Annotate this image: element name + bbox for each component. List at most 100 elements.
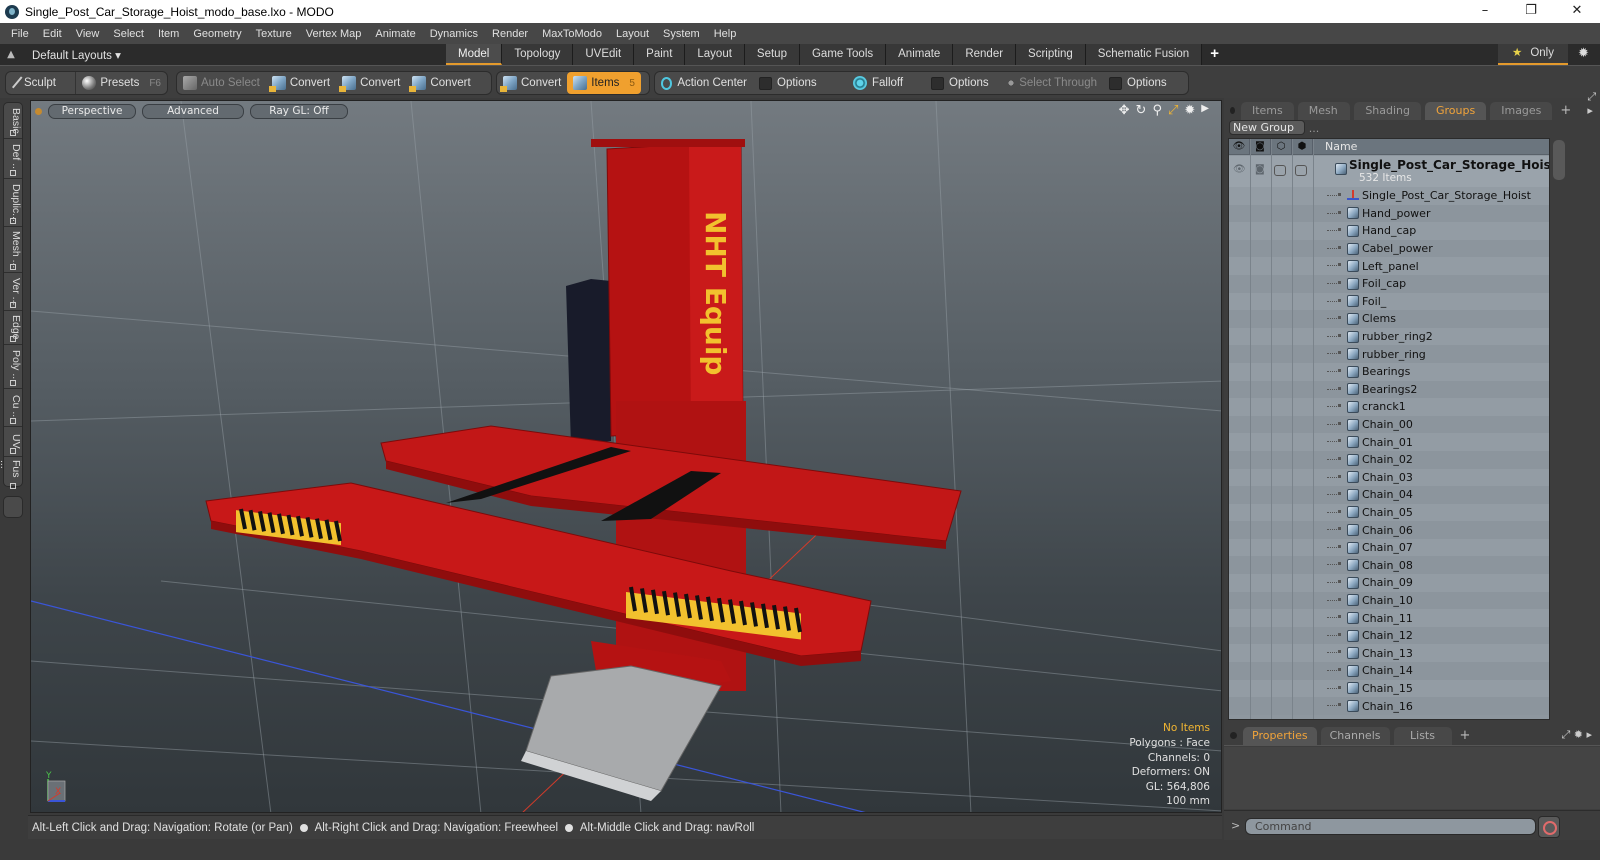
tree-item-row[interactable]: Clems [1229, 310, 1549, 328]
zoom-icon[interactable]: ⚲ [1152, 103, 1162, 118]
action-center-button[interactable]: Action Center [655, 72, 753, 94]
tab-setup[interactable]: Setup [744, 44, 800, 65]
select-through-button[interactable]: Select Through [1001, 72, 1103, 94]
tab-lists[interactable]: Lists [1393, 727, 1452, 745]
vtab-polygon[interactable]: Poly ... [4, 345, 22, 389]
tree-item-row[interactable]: Left_panel [1229, 257, 1549, 275]
menu-dynamics[interactable]: Dynamics [423, 28, 485, 40]
tab-render[interactable]: Render [953, 44, 1017, 65]
vtab-vertex[interactable]: Ver ... [4, 273, 22, 311]
tree-item-row[interactable]: Cabel_power [1229, 239, 1549, 258]
tree-item-row[interactable]: Bearings [1229, 362, 1549, 381]
gear-icon[interactable]: ✹ [1184, 103, 1195, 118]
tab-game-tools[interactable]: Game Tools [799, 44, 887, 65]
tree-item-row[interactable]: rubber_ring [1229, 345, 1549, 363]
vtab-fusion[interactable]: Fus ... [0, 457, 22, 491]
arrow-icon[interactable]: ▶ [1201, 103, 1209, 118]
move-icon[interactable]: ✥ [1119, 103, 1130, 118]
tree-item-row[interactable]: Chain_12 [1229, 626, 1549, 645]
vtab-mesh[interactable]: Mesh ... [4, 227, 22, 273]
sculpt-button[interactable]: Sculpt [6, 72, 77, 94]
menu-help[interactable]: Help [707, 28, 744, 40]
vtab-duplicate[interactable]: Duplic... [4, 179, 22, 227]
minimize-button[interactable]: – [1462, 0, 1508, 23]
falloff-button[interactable]: Falloff [847, 72, 925, 94]
vtab-extra-button[interactable] [3, 496, 23, 518]
fit-icon[interactable]: ⤢ [1168, 103, 1178, 118]
tree-item-row[interactable]: Chain_00 [1229, 415, 1549, 434]
convert-polygons-button[interactable]: Convert [406, 72, 476, 94]
menu-edit[interactable]: Edit [36, 28, 69, 40]
menu-geometry[interactable]: Geometry [186, 28, 248, 40]
menu-animate[interactable]: Animate [368, 28, 422, 40]
raygl-toggle[interactable]: Ray GL: Off [250, 104, 348, 119]
convert-vertices-button[interactable]: Convert [266, 72, 336, 94]
tree-item-row[interactable]: Foil_cap [1229, 274, 1549, 293]
tab-mesh-ops[interactable]: Mesh ... [1297, 102, 1351, 135]
tree-item-row[interactable]: Chain_07 [1229, 538, 1549, 557]
new-group-button[interactable]: New Group [1229, 120, 1305, 135]
tree-item-row[interactable]: Chain_10 [1229, 591, 1549, 610]
convert-edges-button[interactable]: Convert [336, 72, 406, 94]
view-mode-dropdown[interactable]: Perspective [48, 104, 136, 119]
tree-item-row[interactable]: Chain_13 [1229, 644, 1549, 663]
tree-item-row[interactable]: Chain_08 [1229, 556, 1549, 575]
rotate-icon[interactable]: ↻ [1136, 103, 1147, 118]
expand-panel-icon[interactable]: ⤢ ▸ [1587, 90, 1600, 117]
menu-view[interactable]: View [69, 28, 107, 40]
select-column-icon[interactable]: ⬢ [1292, 139, 1313, 155]
tree-item-row[interactable]: rubber_ring2 [1229, 327, 1549, 346]
falloff-options-button[interactable]: Options [925, 72, 1001, 94]
tree-item-row[interactable]: Chain_01 [1229, 433, 1549, 451]
group-root-row[interactable]: 👁 ◙ Single_Post_Car_Storage_Hoist (... 5… [1229, 156, 1549, 187]
add-tab-button[interactable]: + [1202, 44, 1227, 65]
tab-properties[interactable]: Properties [1243, 727, 1317, 745]
menu-layout[interactable]: Layout [609, 28, 656, 40]
default-layouts-dropdown[interactable]: Default Layouts ▾ [32, 48, 121, 62]
vtab-uv[interactable]: UV [4, 427, 22, 457]
tree-item-row[interactable]: Hand_power [1229, 204, 1549, 223]
tab-layout[interactable]: Layout [685, 44, 745, 65]
collapse-arrow-icon[interactable]: ▲ [0, 49, 22, 60]
render-toggle-icon[interactable]: ◙ [1255, 164, 1265, 175]
vtab-basic[interactable]: Basic [4, 103, 22, 139]
lock-column-icon[interactable]: ⬡ [1271, 139, 1292, 155]
close-button[interactable]: ✕ [1554, 0, 1600, 23]
name-column-header[interactable]: Name [1325, 140, 1357, 153]
tab-shading[interactable]: Shading [1354, 102, 1421, 120]
maximize-button[interactable]: ❐ [1508, 0, 1554, 23]
command-input[interactable]: Command [1245, 818, 1536, 835]
auto-select-button[interactable]: Auto Select [177, 72, 266, 94]
tab-scripting[interactable]: Scripting [1016, 44, 1086, 65]
tab-items[interactable]: Items [1240, 102, 1294, 120]
tree-item-row[interactable]: Hand_cap [1229, 222, 1549, 240]
panel-dot-icon[interactable] [1230, 732, 1237, 739]
scrollbar-thumb[interactable] [1553, 140, 1565, 180]
tree-item-row[interactable]: Chain_03 [1229, 468, 1549, 487]
lock-toggle[interactable] [1274, 165, 1286, 176]
presets-button[interactable]: Presets F6 [76, 72, 167, 94]
action-center-options-button[interactable]: Options [753, 72, 847, 94]
tree-item-row[interactable]: Chain_11 [1229, 609, 1549, 627]
tree-item-row[interactable]: Single_Post_Car_Storage_Hoist [1229, 187, 1549, 205]
menu-vertex-map[interactable]: Vertex Map [299, 28, 369, 40]
tree-item-row[interactable]: Foil_ [1229, 292, 1549, 311]
shading-dropdown[interactable]: Advanced [142, 104, 244, 119]
record-macro-button[interactable] [1538, 816, 1560, 838]
tree-item-row[interactable]: Chain_09 [1229, 574, 1549, 592]
add-panel-tab-button[interactable]: + [1556, 102, 1575, 120]
tree-item-row[interactable]: cranck1 [1229, 398, 1549, 416]
select-toggle[interactable] [1295, 165, 1307, 176]
menu-system[interactable]: System [656, 28, 707, 40]
tab-topology[interactable]: Topology [502, 44, 574, 65]
tab-images[interactable]: Images [1490, 102, 1553, 120]
tree-item-row[interactable]: Chain_16 [1229, 697, 1549, 715]
tab-paint[interactable]: Paint [634, 44, 686, 65]
items-mode-button[interactable]: Items 5 [567, 72, 642, 94]
expand-gear-icon[interactable]: ⤢ ✹ ▸ [1561, 728, 1592, 742]
tree-scrollbar[interactable] [1551, 138, 1567, 720]
menu-item[interactable]: Item [151, 28, 186, 40]
tree-item-row[interactable]: Chain_06 [1229, 521, 1549, 539]
vtab-deform[interactable]: Def ... [4, 139, 22, 179]
only-favorites-button[interactable]: ★ Only [1498, 44, 1568, 65]
